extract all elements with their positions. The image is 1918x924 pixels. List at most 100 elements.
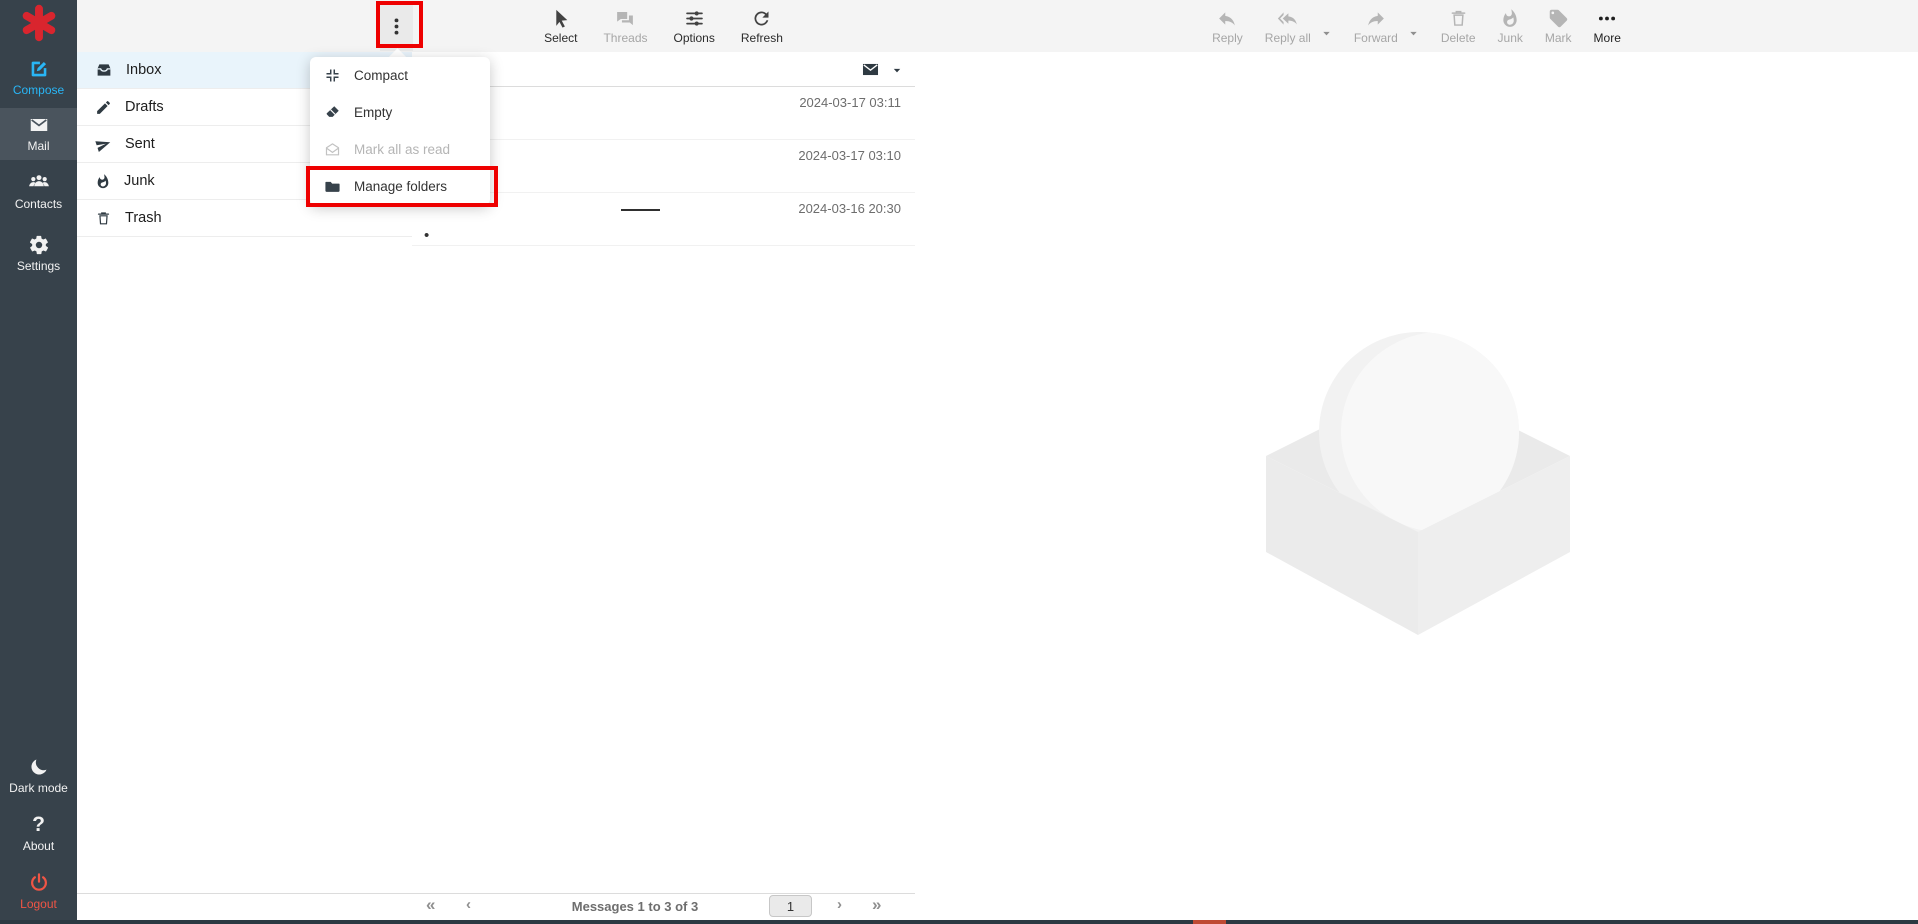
options-button[interactable]: Options <box>674 8 715 44</box>
sidebar-item-logout[interactable]: Logout <box>0 872 77 910</box>
list-actions-toolbar: Select Threads Options Refresh <box>412 0 915 52</box>
inbox-icon <box>95 61 113 79</box>
delete-button-label: Delete <box>1441 32 1476 44</box>
message-date: 2024-03-17 03:11 <box>799 95 901 110</box>
sidebar-item-about[interactable]: ? About <box>0 814 77 852</box>
question-icon: ? <box>32 814 45 836</box>
flame-icon <box>1500 8 1520 29</box>
forward-icon <box>1365 8 1387 29</box>
people-icon <box>27 172 51 194</box>
sidebar-item-label: About <box>23 840 54 852</box>
reply-all-button: Reply all <box>1265 8 1311 44</box>
trash-icon <box>1448 8 1469 29</box>
last-page-button[interactable]: » <box>872 895 881 915</box>
delete-button: Delete <box>1441 8 1476 44</box>
junk-button-label: Junk <box>1498 32 1523 44</box>
quota-bar <box>77 893 412 921</box>
next-page-button[interactable]: › <box>837 896 842 913</box>
folder-name: Inbox <box>126 62 161 78</box>
menu-item-label: Mark all as read <box>354 142 450 157</box>
empty-subject-dash <box>621 209 660 211</box>
menu-item-empty[interactable]: Empty <box>310 94 490 131</box>
forward-dropdown-caret[interactable] <box>1408 28 1419 39</box>
paper-plane-icon <box>95 136 112 153</box>
folder-actions-menu: Compact Empty Mark all as read Manage fo… <box>310 57 490 205</box>
refresh-button-label: Refresh <box>741 32 783 44</box>
more-button[interactable]: More <box>1594 8 1621 44</box>
menu-item-label: Empty <box>354 105 392 120</box>
gear-icon <box>28 234 50 256</box>
power-icon <box>28 872 50 894</box>
message-count-status: Messages 1 to 3 of 3 <box>500 899 770 914</box>
nav-sidebar: Compose Mail Contacts Settings Dark mode… <box>0 0 77 920</box>
flame-icon <box>95 173 111 190</box>
reply-all-dropdown-caret[interactable] <box>1321 28 1332 39</box>
select-button[interactable]: Select <box>544 8 577 44</box>
roundcube-logo[interactable] <box>0 4 77 42</box>
trash-icon <box>95 210 112 227</box>
previous-page-button[interactable]: ‹ <box>466 896 471 913</box>
menu-item-mark-all-read: Mark all as read <box>310 131 490 168</box>
message-date: 2024-03-17 03:10 <box>798 148 901 163</box>
bottom-edge-strip <box>0 920 1918 924</box>
folder-item-trash[interactable]: Trash <box>77 200 412 237</box>
threads-button-label: Threads <box>603 32 647 44</box>
kebab-menu-icon <box>386 16 407 37</box>
folder-name: Drafts <box>125 99 164 115</box>
reply-button: Reply <box>1212 8 1243 44</box>
sidebar-item-dark-mode[interactable]: Dark mode <box>0 756 77 794</box>
page-number-input[interactable]: 1 <box>769 895 812 917</box>
sidebar-item-label: Compose <box>13 84 64 96</box>
refresh-button[interactable]: Refresh <box>741 8 783 44</box>
reply-all-button-label: Reply all <box>1265 32 1311 44</box>
forward-button-label: Forward <box>1354 32 1398 44</box>
envelope-open-icon <box>324 141 341 158</box>
pencil-icon <box>95 99 112 116</box>
first-page-button[interactable]: « <box>426 895 435 915</box>
folder-name: Trash <box>125 210 162 226</box>
menu-item-compact[interactable]: Compact <box>310 57 490 94</box>
options-button-label: Options <box>674 32 715 44</box>
refresh-icon <box>751 8 772 29</box>
folder-name: Sent <box>125 136 155 152</box>
sidebar-item-compose[interactable]: Compose <box>0 58 77 96</box>
message-actions-toolbar: Reply Reply all Forward Delete Junk Mark… <box>915 0 1918 52</box>
folder-actions-button[interactable] <box>380 1 413 51</box>
sidebar-item-settings[interactable]: Settings <box>0 234 77 272</box>
sidebar-item-label: Logout <box>20 898 57 910</box>
reply-icon <box>1216 8 1238 29</box>
folder-name: Junk <box>124 173 155 189</box>
asterisk-logo-icon <box>20 4 58 42</box>
menu-item-label: Manage folders <box>354 179 447 194</box>
mark-button: Mark <box>1545 8 1572 44</box>
mark-button-label: Mark <box>1545 32 1572 44</box>
watermark-cube-logo <box>1258 330 1578 640</box>
forward-button: Forward <box>1354 8 1398 44</box>
cursor-icon <box>550 8 571 29</box>
mail-icon <box>28 114 50 136</box>
sidebar-item-contacts[interactable]: Contacts <box>0 172 77 210</box>
compose-icon <box>28 58 50 80</box>
sidebar-item-label: Mail <box>27 140 49 152</box>
reply-button-label: Reply <box>1212 32 1243 44</box>
more-button-label: More <box>1594 32 1621 44</box>
reply-all-icon <box>1276 8 1299 29</box>
menu-item-label: Compact <box>354 68 408 83</box>
ellipsis-icon <box>1596 8 1618 29</box>
select-button-label: Select <box>544 32 577 44</box>
sidebar-item-mail[interactable]: Mail <box>0 108 77 160</box>
folder-icon <box>324 178 341 195</box>
threads-icon <box>614 8 636 29</box>
subject-bullet: • <box>424 227 429 244</box>
tag-icon <box>1548 8 1569 29</box>
sliders-icon <box>684 8 705 29</box>
sidebar-item-label: Settings <box>17 260 60 272</box>
message-date: 2024-03-16 20:30 <box>798 201 901 216</box>
sidebar-item-label: Contacts <box>15 198 62 210</box>
moon-icon <box>28 756 50 778</box>
threads-button: Threads <box>603 8 647 44</box>
menu-item-manage-folders[interactable]: Manage folders <box>310 168 490 205</box>
junk-button: Junk <box>1498 8 1523 44</box>
eraser-icon <box>324 104 341 121</box>
compress-icon <box>324 67 341 84</box>
